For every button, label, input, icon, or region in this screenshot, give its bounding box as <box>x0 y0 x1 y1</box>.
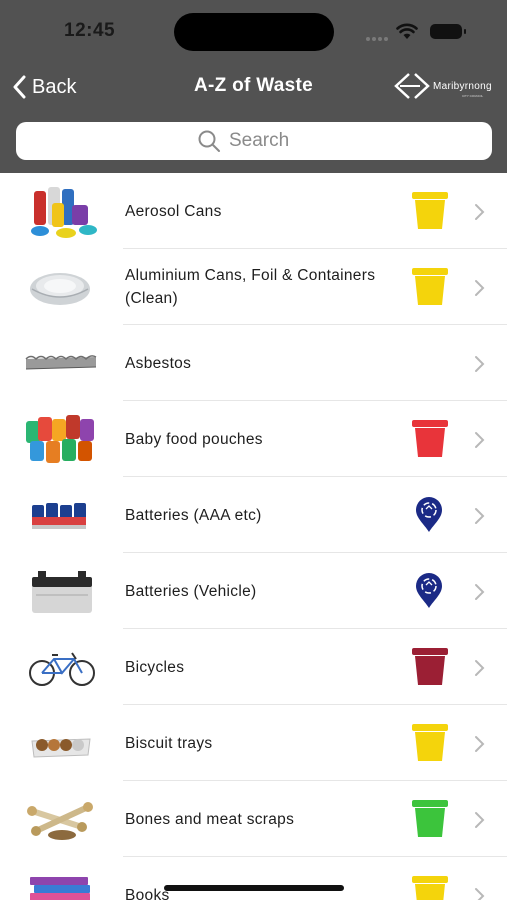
list-item[interactable]: Aerosol Cans <box>0 173 507 249</box>
books-image <box>30 877 90 900</box>
yellow-bin-icon <box>412 724 448 761</box>
home-indicator[interactable] <box>164 885 344 891</box>
wifi-icon <box>396 23 418 39</box>
list-item[interactable]: Baby food pouches <box>0 401 507 477</box>
yellow-bin-icon <box>412 268 448 305</box>
chevron-right-icon <box>475 584 485 600</box>
item-label: Asbestos <box>125 354 192 372</box>
chevron-right-icon <box>475 432 485 448</box>
item-label: Bicycles <box>125 658 185 676</box>
batteries-aaa-image <box>32 503 86 529</box>
list-item[interactable]: Biscuit trays <box>0 705 507 781</box>
status-time: 12:45 <box>64 20 116 41</box>
search-bar[interactable] <box>16 122 492 160</box>
list-item[interactable]: Batteries (Vehicle) <box>0 553 507 629</box>
item-label: Biscuit trays <box>125 734 213 752</box>
battery-icon <box>430 24 466 39</box>
aluminium-foil-image <box>30 273 90 305</box>
chevron-right-icon <box>475 204 485 220</box>
search-icon <box>197 129 221 153</box>
list-item[interactable]: Batteries (AAA etc) <box>0 477 507 553</box>
chevron-right-icon <box>475 888 485 900</box>
maroon-bin-icon <box>412 648 448 685</box>
item-label: Bones and meat scraps <box>125 810 295 828</box>
car-battery-image <box>32 571 92 613</box>
search-input[interactable] <box>229 130 311 152</box>
biscuit-tray-image <box>31 738 91 758</box>
chevron-right-icon <box>475 356 485 372</box>
red-bin-icon <box>412 420 448 457</box>
item-label: Aerosol Cans <box>125 202 222 220</box>
aerosol-cans-image <box>31 187 97 238</box>
item-label: Batteries (Vehicle) <box>125 582 257 600</box>
item-label: Batteries (AAA etc) <box>125 506 262 524</box>
status-bar: 12:45 <box>0 0 507 62</box>
chevron-right-icon <box>475 660 485 676</box>
list-item[interactable]: Bones and meat scraps <box>0 781 507 857</box>
status-icons <box>366 22 470 42</box>
asbestos-image <box>25 355 97 370</box>
logo-text: Maribyrnong <box>433 81 492 92</box>
yellow-bin-icon <box>412 876 448 900</box>
item-label: Books <box>125 886 170 900</box>
signal-icon <box>366 28 390 46</box>
item-label: Baby food pouches <box>125 430 263 448</box>
chevron-right-icon <box>475 736 485 752</box>
dropoff-pin-icon <box>416 497 442 532</box>
green-bin-icon <box>412 800 448 837</box>
chevron-right-icon <box>475 508 485 524</box>
chevron-right-icon <box>475 812 485 828</box>
waste-list: Aerosol Cans Aluminium Cans, Foil & Cont… <box>0 173 507 900</box>
council-logo-mark <box>394 73 430 99</box>
list-item[interactable]: Books <box>0 857 507 900</box>
list-item[interactable]: Asbestos <box>0 325 507 401</box>
yellow-bin-icon <box>412 192 448 229</box>
dropoff-pin-icon <box>416 573 442 608</box>
dynamic-island <box>174 13 334 51</box>
header: 12:45 Back A-Z of Waste Maribyrnong CITY… <box>0 0 507 173</box>
logo-subtext: CITY COUNCIL <box>462 94 484 98</box>
baby-food-pouches-image <box>26 415 94 463</box>
chevron-right-icon <box>475 280 485 296</box>
list-item[interactable]: Aluminium Cans, Foil & Containers (Clean… <box>0 249 507 325</box>
bicycle-image <box>29 652 95 686</box>
bones-image <box>27 802 93 840</box>
council-logo: Maribyrnong CITY COUNCIL <box>392 70 504 104</box>
item-label: Aluminium Cans, Foil & Containers (Clean… <box>125 267 376 307</box>
list-item[interactable]: Bicycles <box>0 629 507 705</box>
nav-bar: Back A-Z of Waste Maribyrnong CITY COUNC… <box>0 62 507 112</box>
